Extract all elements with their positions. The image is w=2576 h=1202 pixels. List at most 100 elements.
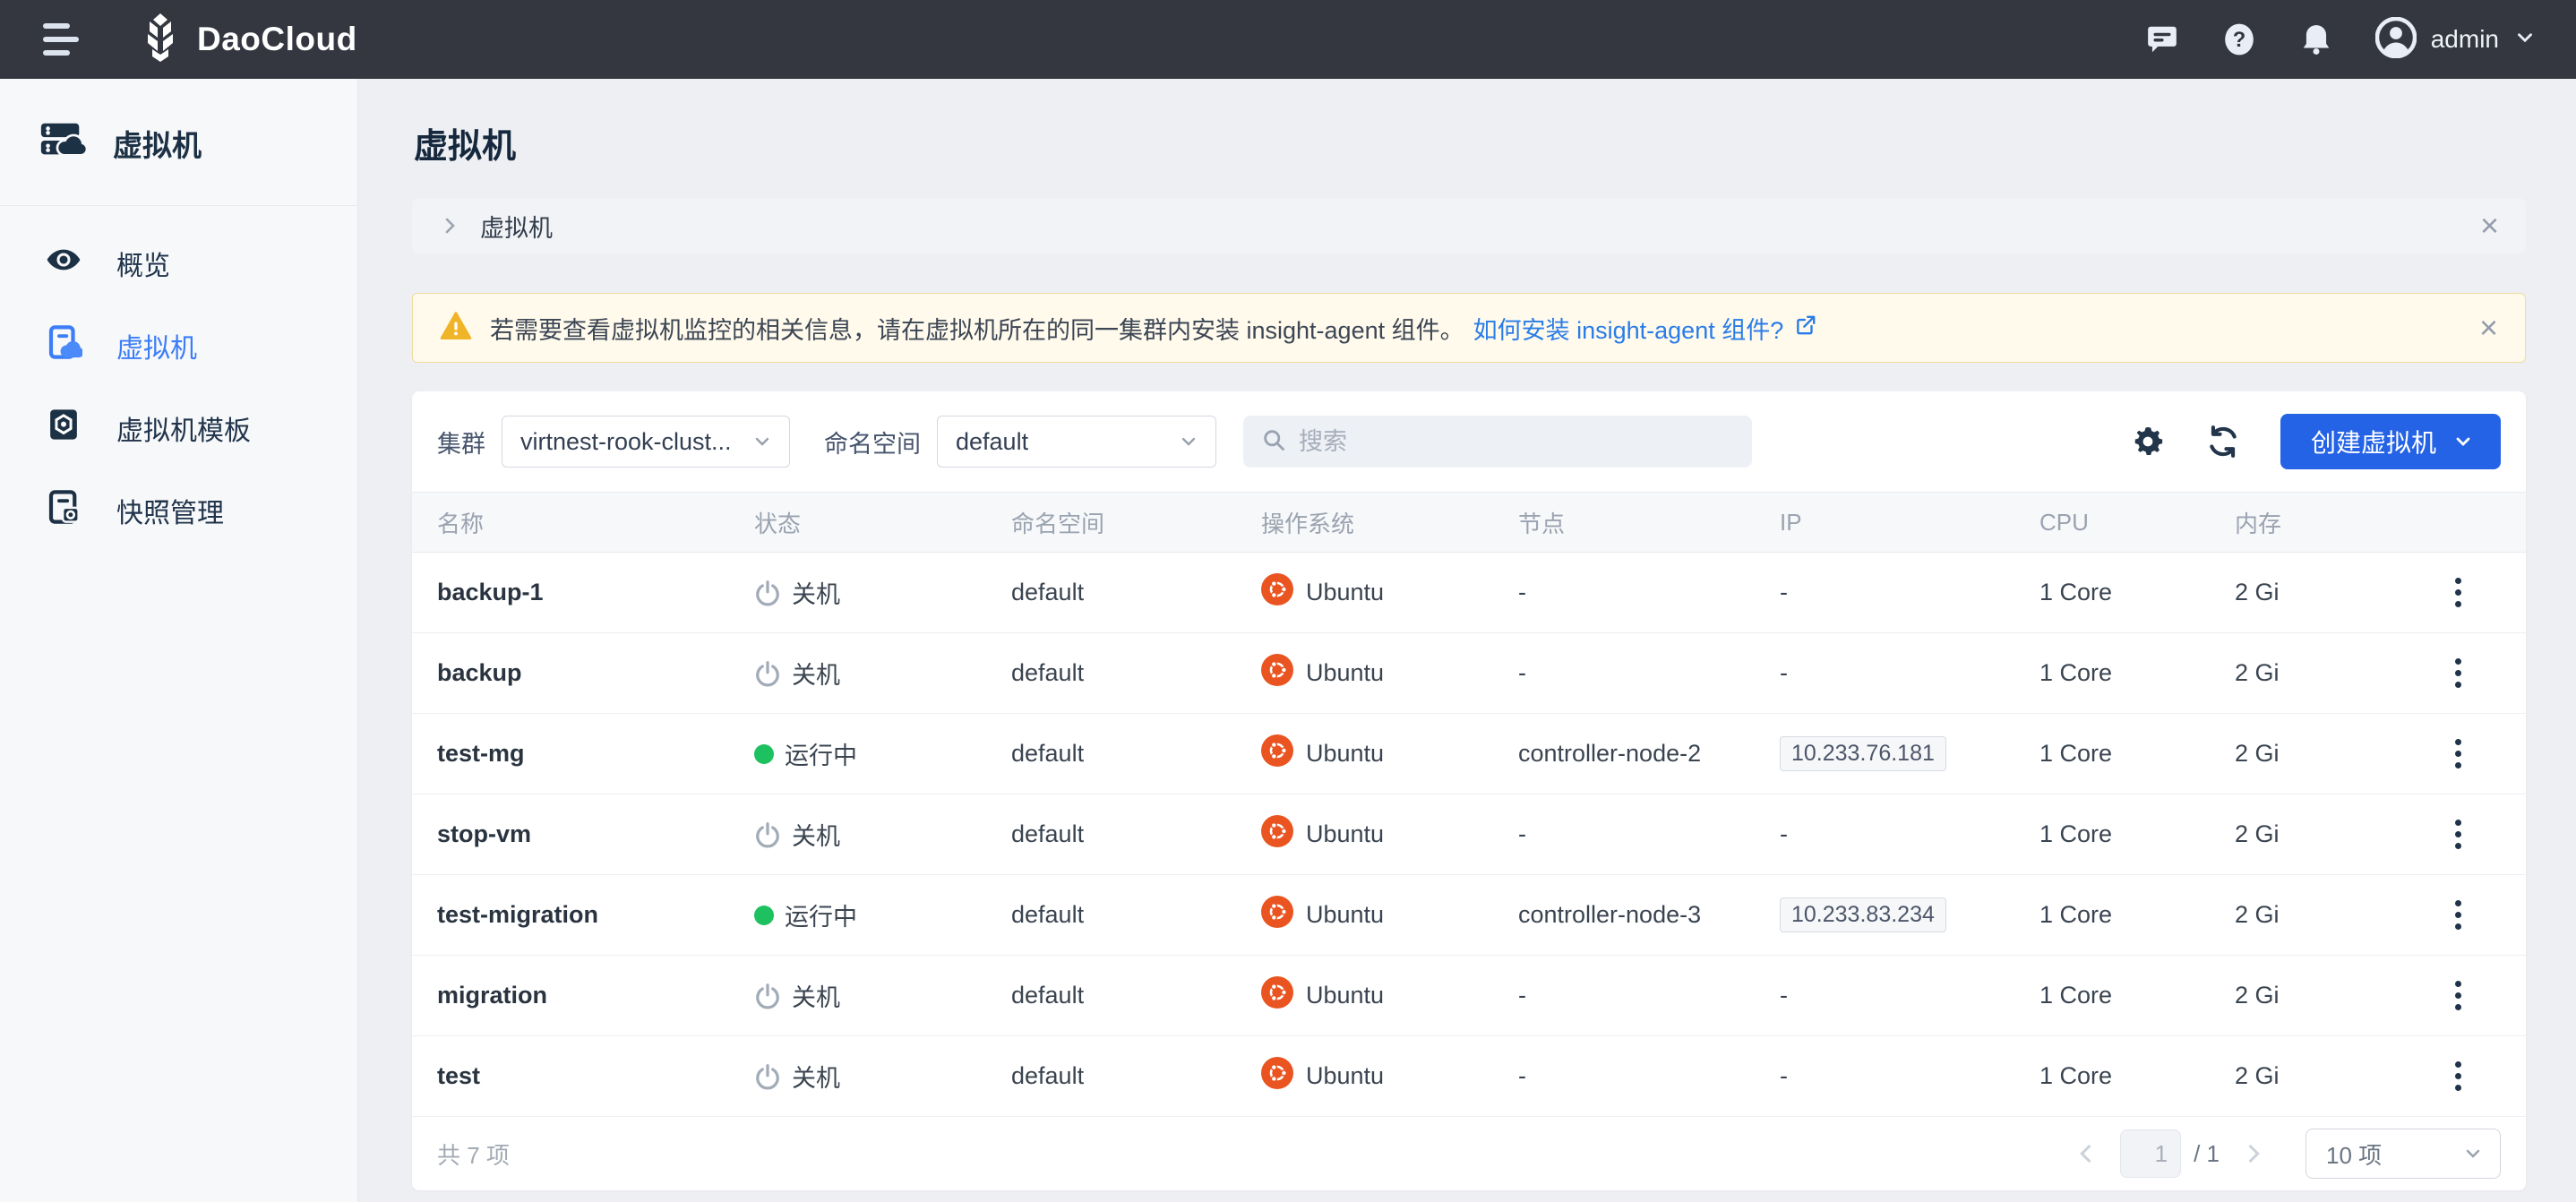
sidebar-item-virtual-machines[interactable]: 虚拟机 [0, 305, 357, 387]
alert-banner: 若需要查看虚拟机监控的相关信息，请在虚拟机所在的同一集群内安装 insight-… [412, 293, 2526, 363]
ubuntu-logo-icon [1261, 896, 1293, 934]
user-menu[interactable]: admin [2375, 17, 2537, 63]
vm-ip-chip: - [1780, 579, 1788, 606]
vm-namespace: default [1011, 740, 1261, 768]
sidebar-item-overview[interactable]: 概览 [0, 222, 357, 305]
vm-icon [45, 323, 82, 368]
status-running-dot [754, 744, 774, 764]
row-actions-kebab-icon[interactable] [2450, 653, 2467, 693]
breadcrumb-item[interactable]: 虚拟机 [480, 209, 553, 244]
vm-cpu: 1 Core [2039, 901, 2235, 929]
vm-memory: 2 Gi [2235, 1062, 2423, 1090]
vm-namespace: default [1011, 982, 1261, 1009]
vm-status: 关机 [754, 575, 1011, 610]
row-actions-kebab-icon[interactable] [2450, 1056, 2467, 1096]
alert-link[interactable]: 如何安装 insight-agent 组件? [1473, 311, 1818, 346]
vm-node: controller-node-3 [1518, 901, 1780, 929]
namespace-select[interactable]: default [937, 416, 1216, 468]
sidebar-item-snapshots[interactable]: 快照管理 [0, 469, 357, 552]
vm-os: Ubuntu [1261, 573, 1518, 612]
vm-os: Ubuntu [1261, 976, 1518, 1015]
help-icon[interactable]: ? [2221, 21, 2257, 57]
vm-cpu: 1 Core [2039, 740, 2235, 768]
vm-memory: 2 Gi [2235, 820, 2423, 848]
breadcrumb: 虚拟机 × [412, 198, 2526, 253]
breadcrumb-chevron-icon [439, 215, 460, 236]
notifications-bell-icon[interactable] [2298, 21, 2334, 57]
warning-icon [440, 310, 472, 347]
row-actions-kebab-icon[interactable] [2450, 572, 2467, 613]
vm-ip-chip: - [1780, 659, 1788, 687]
current-page-input[interactable]: 1 [2120, 1129, 2181, 1178]
ubuntu-logo-icon [1261, 654, 1293, 692]
username: admin [2431, 25, 2499, 54]
table-body: backup-1 关机 default [412, 553, 2526, 1117]
brand-name: DaoCloud [197, 21, 357, 58]
chevron-down-icon [2462, 1143, 2484, 1164]
external-link-icon [1794, 313, 1817, 343]
snapshot-icon [45, 488, 82, 533]
vm-name: backup-1 [437, 579, 754, 606]
vm-node: - [1518, 659, 1780, 687]
table-row: migration 关机 default [412, 956, 2526, 1036]
vm-cpu: 1 Core [2039, 820, 2235, 848]
table-row: backup-1 关机 default [412, 553, 2526, 633]
prev-page-icon[interactable] [2068, 1136, 2104, 1172]
cluster-select[interactable]: virtnest-rook-clust... [502, 416, 790, 468]
pagination: 1 / 1 10 项 [2068, 1129, 2501, 1179]
vm-name: test-mg [437, 740, 754, 768]
alert-text: 若需要查看虚拟机监控的相关信息，请在虚拟机所在的同一集群内安装 insight-… [490, 311, 1464, 346]
vm-os: Ubuntu [1261, 1057, 1518, 1095]
vm-os: Ubuntu [1261, 896, 1518, 934]
refresh-icon[interactable] [2205, 424, 2241, 459]
vm-memory: 2 Gi [2235, 740, 2423, 768]
sidebar-item-vm-templates[interactable]: 虚拟机模板 [0, 387, 357, 469]
search-input[interactable] [1299, 428, 1734, 456]
ubuntu-logo-icon [1261, 815, 1293, 854]
vm-cpu: 1 Core [2039, 982, 2235, 1009]
alert-close-icon[interactable]: × [2479, 312, 2498, 344]
vm-status: 关机 [754, 817, 1011, 852]
breadcrumb-close-icon[interactable]: × [2480, 210, 2499, 242]
table-row: test-migration 运行中 default [412, 875, 2526, 956]
row-actions-kebab-icon[interactable] [2450, 895, 2467, 935]
vm-os: Ubuntu [1261, 654, 1518, 692]
vm-namespace: default [1011, 579, 1261, 606]
row-actions-kebab-icon[interactable] [2450, 734, 2467, 774]
menu-toggle-icon[interactable] [43, 21, 82, 57]
brand[interactable]: DaoCloud [138, 13, 357, 66]
vm-node: - [1518, 579, 1780, 606]
vm-name: test-migration [437, 901, 754, 929]
vm-status: 运行中 [754, 736, 1011, 771]
sidebar-item-label: 虚拟机 [116, 326, 197, 365]
table-row: test 关机 default [412, 1036, 2526, 1117]
create-vm-button[interactable]: 创建虚拟机 [2280, 414, 2501, 469]
row-actions-kebab-icon[interactable] [2450, 975, 2467, 1016]
vm-node: - [1518, 982, 1780, 1009]
next-page-icon[interactable] [2236, 1136, 2271, 1172]
sidebar-nav: 概览 虚拟机 虚拟机模板 [0, 206, 357, 552]
messages-icon[interactable] [2144, 21, 2180, 57]
ubuntu-logo-icon [1261, 976, 1293, 1015]
sidebar: 虚拟机 概览 虚拟机 [0, 79, 358, 1202]
vm-cpu: 1 Core [2039, 579, 2235, 606]
vm-namespace: default [1011, 820, 1261, 848]
settings-gear-icon[interactable] [2130, 424, 2166, 459]
sidebar-module-header: 虚拟机 [0, 79, 357, 205]
vm-os: Ubuntu [1261, 815, 1518, 854]
cluster-label: 集群 [437, 425, 485, 459]
row-actions-kebab-icon[interactable] [2450, 814, 2467, 854]
sidebar-module-title: 虚拟机 [113, 122, 202, 165]
vm-template-icon [45, 406, 82, 451]
vm-node: - [1518, 820, 1780, 848]
table-row: backup 关机 default [412, 633, 2526, 714]
main-content: 虚拟机 虚拟机 × 若需要查看虚拟机监控的相关信息，请在虚拟机所在的同一集群内安… [358, 0, 2576, 1202]
vm-namespace: default [1011, 1062, 1261, 1090]
vm-name: stop-vm [437, 820, 754, 848]
vm-memory: 2 Gi [2235, 659, 2423, 687]
page-size-select[interactable]: 10 项 [2306, 1129, 2501, 1179]
vm-os: Ubuntu [1261, 734, 1518, 773]
page-count: / 1 [2194, 1140, 2220, 1168]
user-chevron-down-icon [2513, 26, 2537, 54]
vm-memory: 2 Gi [2235, 901, 2423, 929]
